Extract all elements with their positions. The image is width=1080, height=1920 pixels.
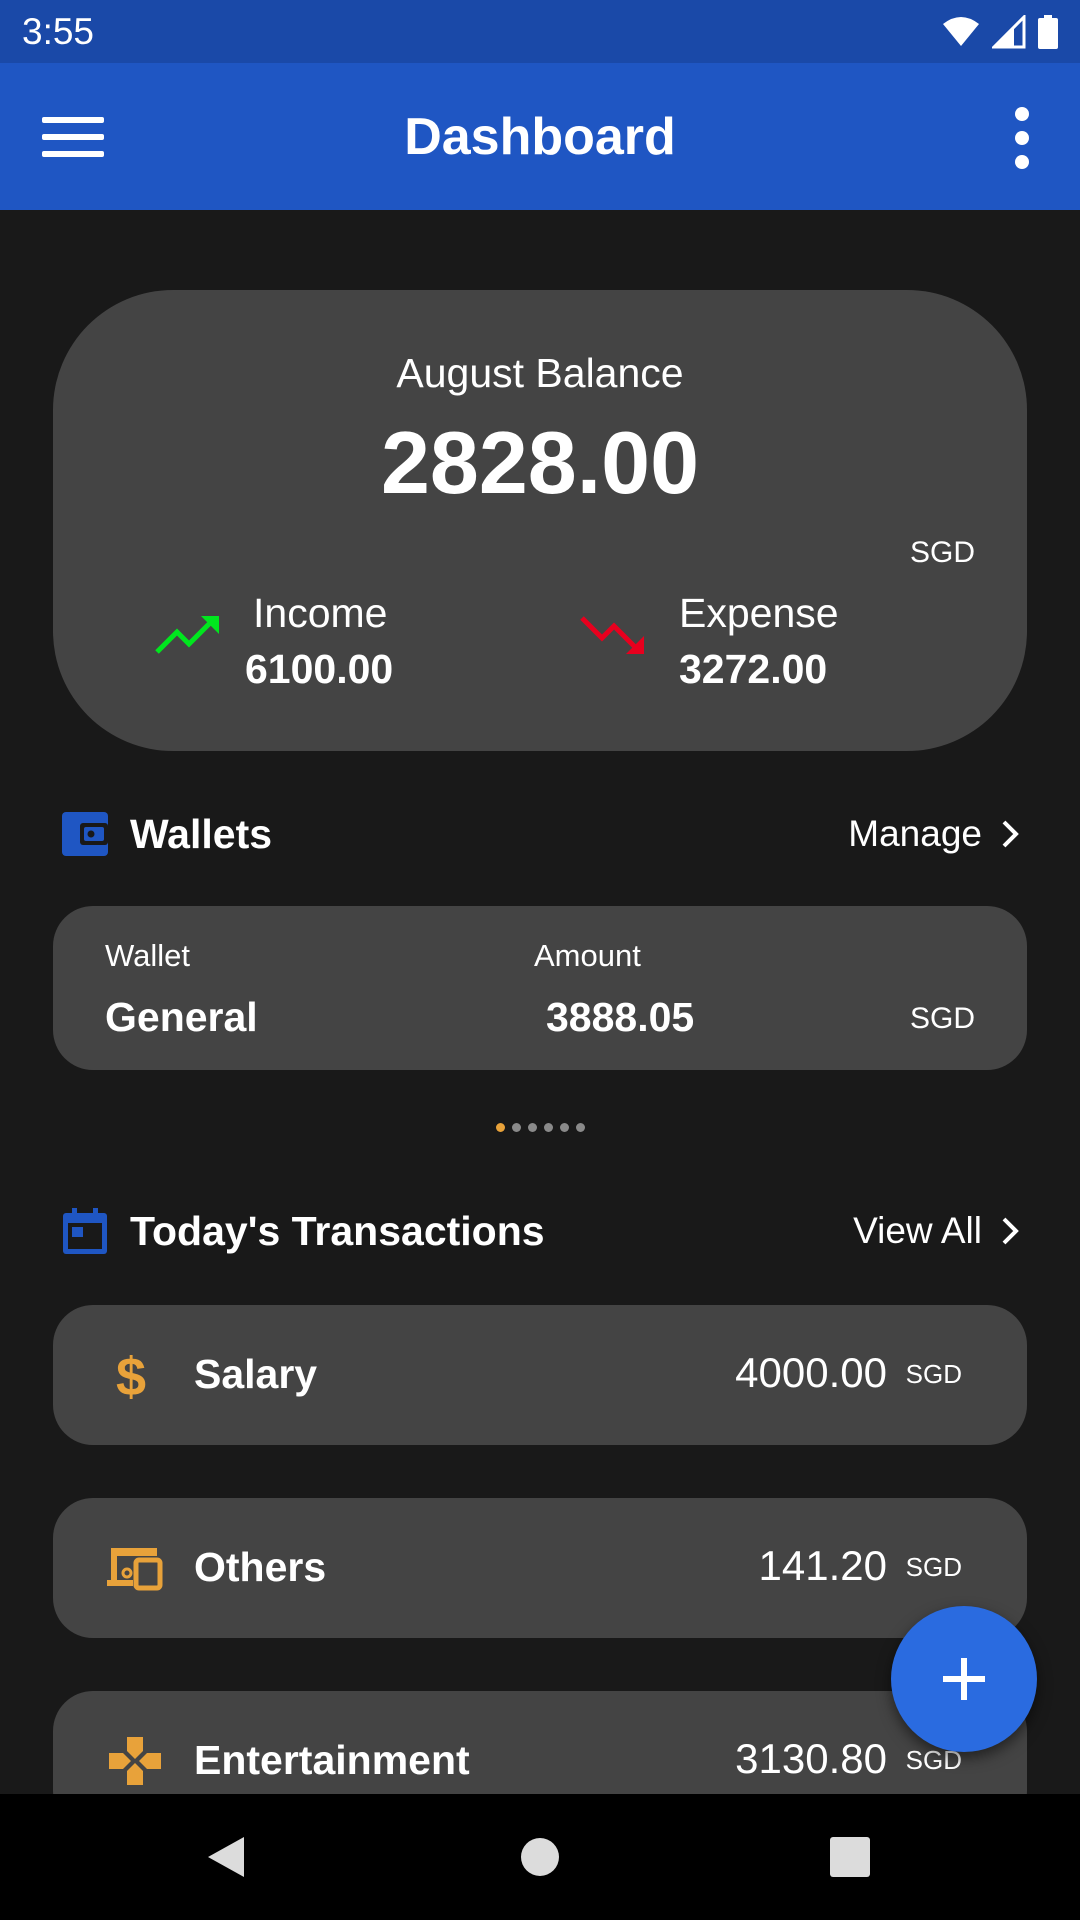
page-title: Dashboard bbox=[404, 107, 676, 166]
wallet-amount: 3888.05 bbox=[546, 994, 695, 1040]
transaction-row-others[interactable]: Others 141.20 SGD bbox=[53, 1498, 1027, 1638]
wallet-column-label: Wallet bbox=[105, 938, 190, 973]
transaction-name: Salary bbox=[194, 1351, 318, 1397]
home-icon[interactable] bbox=[510, 1827, 570, 1887]
more-vert-icon bbox=[1015, 107, 1029, 121]
expense-label: Expense bbox=[679, 590, 839, 636]
page-dot[interactable] bbox=[543, 1123, 553, 1132]
page-dot[interactable] bbox=[559, 1123, 569, 1132]
wifi-icon bbox=[943, 16, 979, 46]
wallets-header: Wallets Manage bbox=[60, 804, 1020, 864]
status-bar: 3:55 bbox=[0, 0, 1080, 63]
trending-up-icon bbox=[155, 616, 219, 654]
transaction-currency: SGD bbox=[905, 1359, 962, 1389]
balance-card: August Balance 2828.00 SGD Income 6100.0… bbox=[53, 290, 1027, 751]
svg-text:$: $ bbox=[116, 1347, 146, 1403]
add-transaction-button[interactable] bbox=[891, 1606, 1037, 1752]
menu-button[interactable] bbox=[38, 113, 108, 163]
signal-icon bbox=[992, 14, 1026, 48]
page-dot[interactable] bbox=[527, 1123, 537, 1132]
transaction-row-salary[interactable]: $ Salary 4000.00 SGD bbox=[53, 1305, 1027, 1445]
battery-icon bbox=[1038, 14, 1058, 49]
back-icon[interactable] bbox=[200, 1827, 260, 1887]
transaction-name: Entertainment bbox=[194, 1737, 470, 1783]
wallet-currency: SGD bbox=[909, 1002, 975, 1035]
page-dot[interactable] bbox=[575, 1123, 585, 1132]
chevron-right-icon bbox=[1002, 820, 1019, 848]
income-value: 6100.00 bbox=[245, 646, 394, 692]
transactions-header: Today's Transactions View All bbox=[60, 1201, 1020, 1261]
status-time: 3:55 bbox=[22, 10, 95, 52]
manage-wallets-link[interactable]: Manage bbox=[848, 804, 1020, 864]
transaction-amount: 4000.00 bbox=[735, 1349, 887, 1396]
manage-label: Manage bbox=[848, 813, 982, 854]
calendar-icon bbox=[63, 1208, 107, 1254]
transaction-amount: 3130.80 bbox=[735, 1735, 887, 1782]
more-options-button[interactable] bbox=[1002, 103, 1042, 173]
income-label: Income bbox=[253, 590, 388, 636]
add-icon bbox=[943, 1658, 985, 1700]
transactions-title: Today's Transactions bbox=[130, 1207, 545, 1254]
app-screen: 3:55 Dashboard August Balance 2828.00 SG… bbox=[0, 0, 1080, 1920]
app-bar: Dashboard bbox=[0, 63, 1080, 210]
expense-value: 3272.00 bbox=[679, 646, 828, 692]
amount-column-label: Amount bbox=[534, 938, 641, 973]
wallets-title: Wallets bbox=[130, 810, 273, 857]
transaction-currency: SGD bbox=[905, 1552, 962, 1582]
page-dot[interactable] bbox=[511, 1123, 521, 1132]
view-all-link[interactable]: View All bbox=[853, 1201, 1020, 1261]
trending-down-icon bbox=[580, 616, 644, 654]
balance-title: August Balance bbox=[396, 350, 684, 396]
wallet-page-indicator bbox=[0, 1123, 1080, 1132]
dollar-icon: $ bbox=[116, 1347, 146, 1403]
chevron-right-icon bbox=[1002, 1217, 1019, 1245]
view-all-label: View All bbox=[853, 1210, 982, 1251]
balance-amount: 2828.00 bbox=[380, 413, 700, 512]
page-dot[interactable] bbox=[495, 1123, 505, 1132]
system-nav-bar bbox=[0, 1794, 1080, 1920]
wallet-name: General bbox=[105, 994, 258, 1040]
wallet-icon bbox=[62, 812, 108, 856]
transaction-amount: 141.20 bbox=[758, 1542, 887, 1589]
devices-icon bbox=[107, 1548, 163, 1591]
gamepad-icon bbox=[109, 1737, 161, 1785]
wallet-card[interactable]: Wallet Amount General 3888.05 SGD bbox=[53, 906, 1027, 1070]
menu-icon bbox=[42, 117, 104, 123]
status-icons bbox=[942, 14, 1058, 49]
recents-icon[interactable] bbox=[820, 1827, 880, 1887]
balance-currency: SGD bbox=[909, 536, 975, 569]
transaction-name: Others bbox=[194, 1544, 327, 1590]
